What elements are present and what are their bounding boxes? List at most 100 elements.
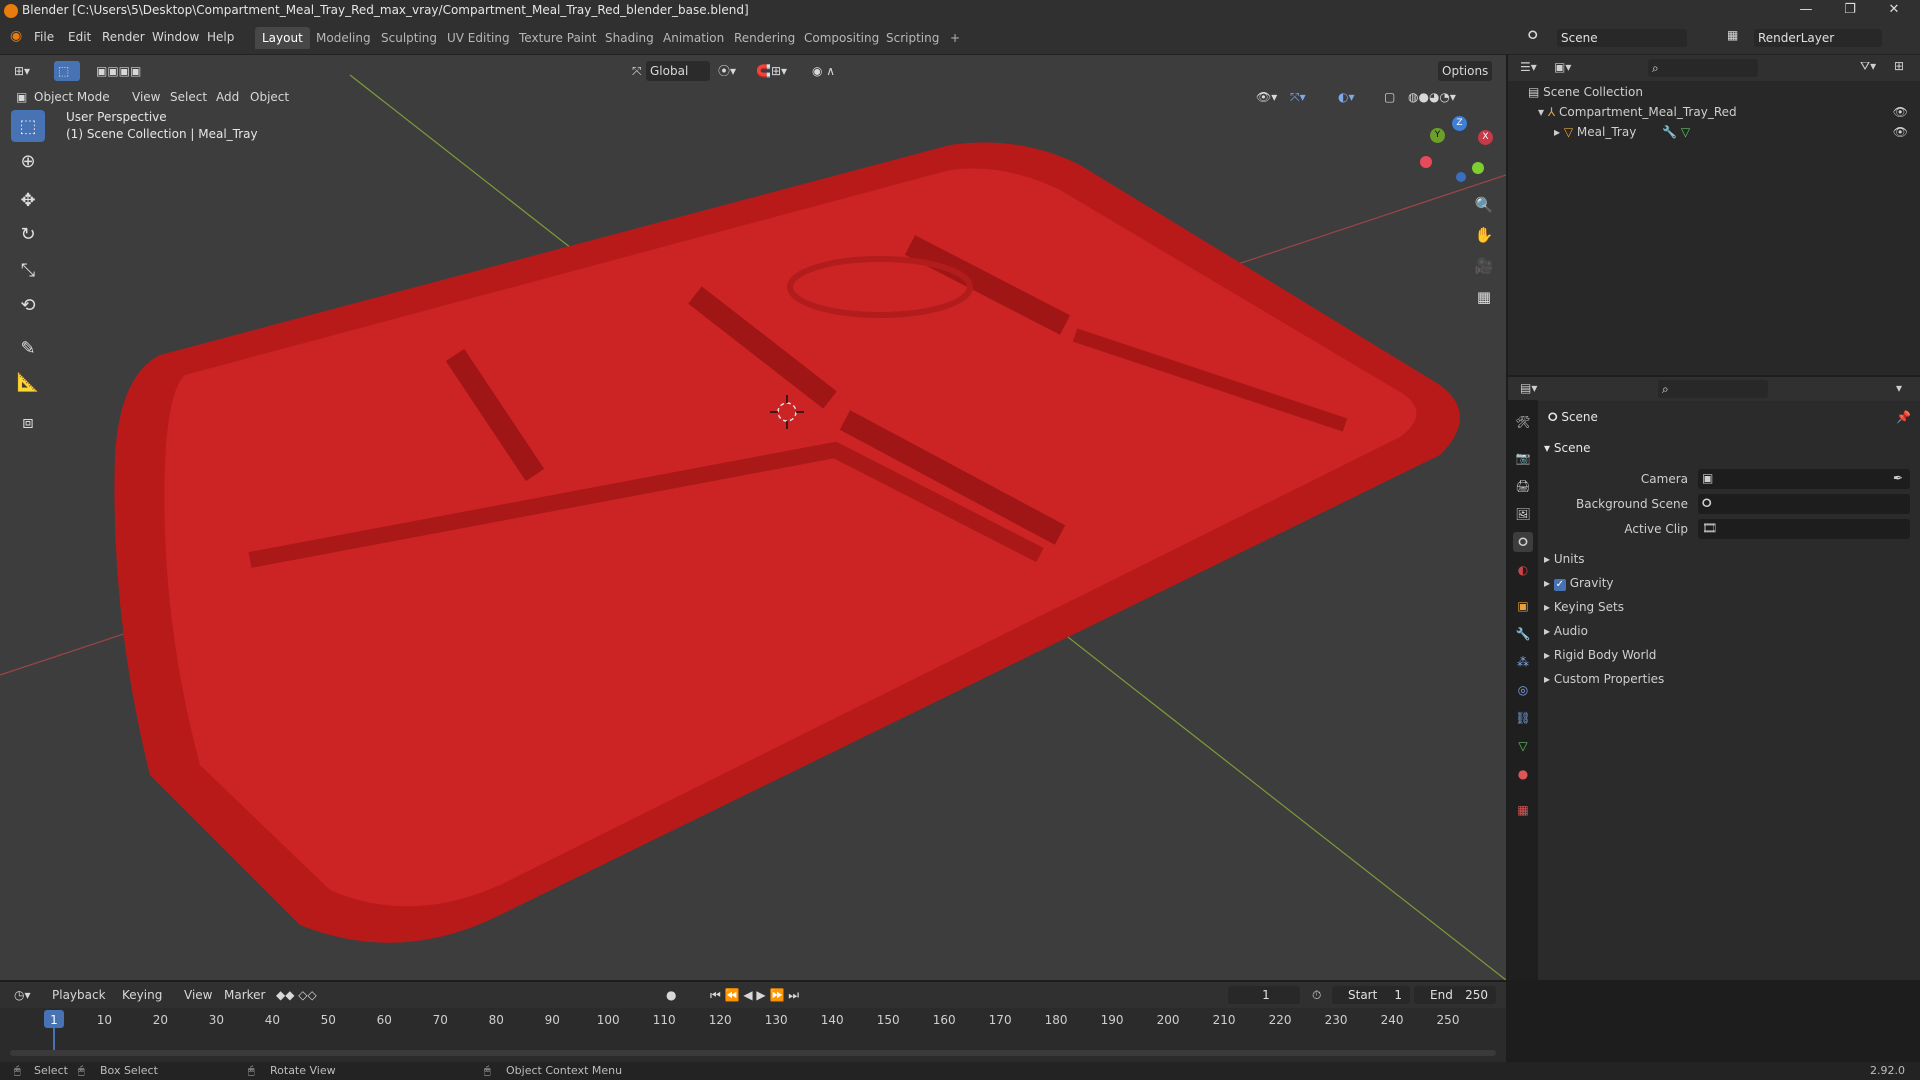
start-frame-field[interactable]: Start 1 <box>1332 986 1410 1004</box>
menu-help[interactable]: Help <box>207 30 234 44</box>
playback-controls-icon[interactable]: ⏮ ⏪ ◀ ▶ ⏩ ⏭ <box>706 985 803 1005</box>
camera-field[interactable] <box>1698 469 1910 489</box>
properties-search-input[interactable]: ⌕ <box>1658 380 1768 398</box>
scene-panel-header[interactable]: ▾ Scene <box>1544 441 1590 455</box>
end-frame-field[interactable]: End 250 <box>1414 986 1496 1004</box>
minimize-button[interactable]: — <box>1786 2 1826 20</box>
add-workspace-button[interactable]: + <box>943 27 967 49</box>
current-frame-field[interactable]: 1 <box>1228 986 1300 1004</box>
tab-scripting[interactable]: Scripting <box>879 27 946 49</box>
units-section[interactable]: ▸ Units <box>1544 552 1585 566</box>
visibility-icon[interactable]: 👁▾ <box>1252 87 1281 107</box>
constraints-tab-icon[interactable]: ⛓ <box>1513 708 1533 728</box>
ortho-grid-icon[interactable]: ▦ <box>1471 284 1497 310</box>
select-box-tool-icon[interactable]: ⬚ <box>11 110 45 142</box>
proportional-edit-icon[interactable]: ◉ ∧ <box>808 61 839 81</box>
gravity-checkbox[interactable]: ✓ <box>1553 579 1566 591</box>
3d-viewport[interactable] <box>0 55 1506 980</box>
object-tab-icon[interactable]: ▣ <box>1513 596 1533 616</box>
viewport-menu-select[interactable]: Select <box>166 87 211 107</box>
selection-modes-icon[interactable]: ▣▣▣▣ <box>92 61 145 81</box>
tab-shading[interactable]: Shading <box>598 27 661 49</box>
tool-tab-icon[interactable]: 🛠 <box>1513 412 1533 432</box>
display-mode-icon[interactable]: ▣▾ <box>1554 60 1571 74</box>
preview-range-icon[interactable]: ⏱ <box>1308 985 1325 1005</box>
audio-section[interactable]: ▸ Audio <box>1544 624 1588 638</box>
timeline-menu-view[interactable]: View <box>180 985 216 1005</box>
new-collection-icon[interactable]: ⊞ <box>1894 59 1904 73</box>
visibility-eye-icon[interactable]: 👁 <box>1893 105 1908 119</box>
tab-modeling[interactable]: Modeling <box>309 27 378 49</box>
gizmo-y-axis[interactable]: Y <box>1430 128 1445 143</box>
properties-editor-icon[interactable]: ▤▾ <box>1520 381 1537 395</box>
cursor-tool-icon[interactable]: ⊕ <box>11 145 45 177</box>
snap-icon[interactable]: 🧲⊞▾ <box>752 61 791 81</box>
world-tab-icon[interactable]: ◐ <box>1513 560 1533 580</box>
gizmo-neg-z[interactable] <box>1456 172 1466 182</box>
eyedropper-icon[interactable]: ✒ <box>1893 471 1903 485</box>
viewport-menu-add[interactable]: Add <box>212 87 243 107</box>
gravity-section[interactable]: ▸ ✓ Gravity <box>1544 576 1614 591</box>
timeline-menu-marker[interactable]: Marker <box>220 985 269 1005</box>
expand-arrow-icon[interactable]: ▾ <box>1538 105 1544 119</box>
navigation-gizmo[interactable]: Z Y X <box>1418 112 1498 192</box>
outliner-search-input[interactable]: ⌕ <box>1648 59 1758 77</box>
data-tab-icon[interactable]: ▽ <box>1513 736 1533 756</box>
gizmo-neg-x[interactable] <box>1420 156 1432 168</box>
outliner-scene-collection[interactable]: ▤ Scene Collection <box>1528 85 1643 99</box>
mesh-data-icon[interactable]: ▽ <box>1681 125 1690 139</box>
transform-tool-icon[interactable]: ⟲ <box>11 289 45 321</box>
scene-tab-icon[interactable]: 🞇 <box>1513 532 1533 552</box>
tab-compositing[interactable]: Compositing <box>797 27 886 49</box>
object-mode-dropdown[interactable]: Object Mode <box>30 87 114 107</box>
material-tab-icon[interactable]: ● <box>1513 764 1533 784</box>
camera-view-icon[interactable]: 🎥 <box>1471 253 1497 279</box>
visibility-eye-icon[interactable]: 👁 <box>1893 125 1908 139</box>
transform-orientation-dropdown[interactable]: Global <box>646 61 710 81</box>
gizmo-z-axis[interactable]: Z <box>1452 116 1467 131</box>
keyframe-icons[interactable]: ◆◆ ◇◇ <box>272 985 321 1005</box>
maximize-button[interactable]: ❐ <box>1830 2 1870 20</box>
shading-modes-icon[interactable]: ◍●◕◔▾ <box>1404 87 1460 107</box>
close-button[interactable]: ✕ <box>1874 2 1914 20</box>
pivot-icon[interactable]: ⦿▾ <box>714 61 740 81</box>
gizmo-x-axis[interactable]: X <box>1478 130 1493 145</box>
rigid-body-world-section[interactable]: ▸ Rigid Body World <box>1544 648 1656 662</box>
particles-tab-icon[interactable]: ⁂ <box>1513 652 1533 672</box>
modifiers-tab-icon[interactable]: 🔧 <box>1513 624 1533 644</box>
timeline-menu-playback[interactable]: Playback <box>48 985 110 1005</box>
add-cube-tool-icon[interactable]: ⧈ <box>11 406 45 438</box>
expand-arrow-icon[interactable]: ▸ <box>1554 125 1560 139</box>
filter-icon[interactable]: ⛛▾ <box>1860 59 1876 74</box>
blender-menu-icon[interactable]: ◉ <box>10 28 22 44</box>
editor-type-icon[interactable]: ⊞▾ <box>10 61 34 81</box>
xray-icon[interactable]: ▢ <box>1380 87 1399 107</box>
overlay-toggle-icon[interactable]: ◐▾ <box>1334 87 1359 107</box>
properties-options-icon[interactable]: ▾ <box>1896 381 1902 395</box>
measure-tool-icon[interactable]: 📐 <box>11 366 45 398</box>
menu-file[interactable]: File <box>34 30 54 44</box>
outliner-editor-icon[interactable]: ☰▾ <box>1520 60 1537 74</box>
tab-texture-paint[interactable]: Texture Paint <box>512 27 603 49</box>
pin-icon[interactable]: 📌 <box>1896 410 1911 424</box>
view-layer-tab-icon[interactable]: 🖼 <box>1513 504 1533 524</box>
outliner-collection-row[interactable]: ▾ ⅄ Compartment_Meal_Tray_Red 👁 <box>1538 105 1908 119</box>
active-clip-field[interactable] <box>1698 519 1910 539</box>
zoom-icon[interactable]: 🔍 <box>1471 192 1497 218</box>
background-scene-field[interactable] <box>1698 494 1910 514</box>
tab-rendering[interactable]: Rendering <box>727 27 802 49</box>
tab-uv-editing[interactable]: UV Editing <box>440 27 517 49</box>
rotate-tool-icon[interactable]: ↻ <box>11 218 45 250</box>
texture-tab-icon[interactable]: ▦ <box>1513 800 1533 820</box>
modifier-icon[interactable]: 🔧 <box>1662 125 1677 139</box>
tab-animation[interactable]: Animation <box>656 27 731 49</box>
outliner-object-row[interactable]: ▸ ▽ Meal_Tray 🔧 ▽ 👁 <box>1554 125 1908 139</box>
menu-window[interactable]: Window <box>152 30 199 44</box>
render-tab-icon[interactable]: 📷 <box>1513 448 1533 468</box>
scene-selector[interactable]: Scene <box>1557 29 1687 47</box>
tab-sculpting[interactable]: Sculpting <box>374 27 444 49</box>
select-mode-icon[interactable]: ⬚ <box>54 61 80 81</box>
pan-hand-icon[interactable]: ✋ <box>1471 222 1497 248</box>
record-icon[interactable]: ● <box>662 985 680 1005</box>
menu-render[interactable]: Render <box>102 30 145 44</box>
